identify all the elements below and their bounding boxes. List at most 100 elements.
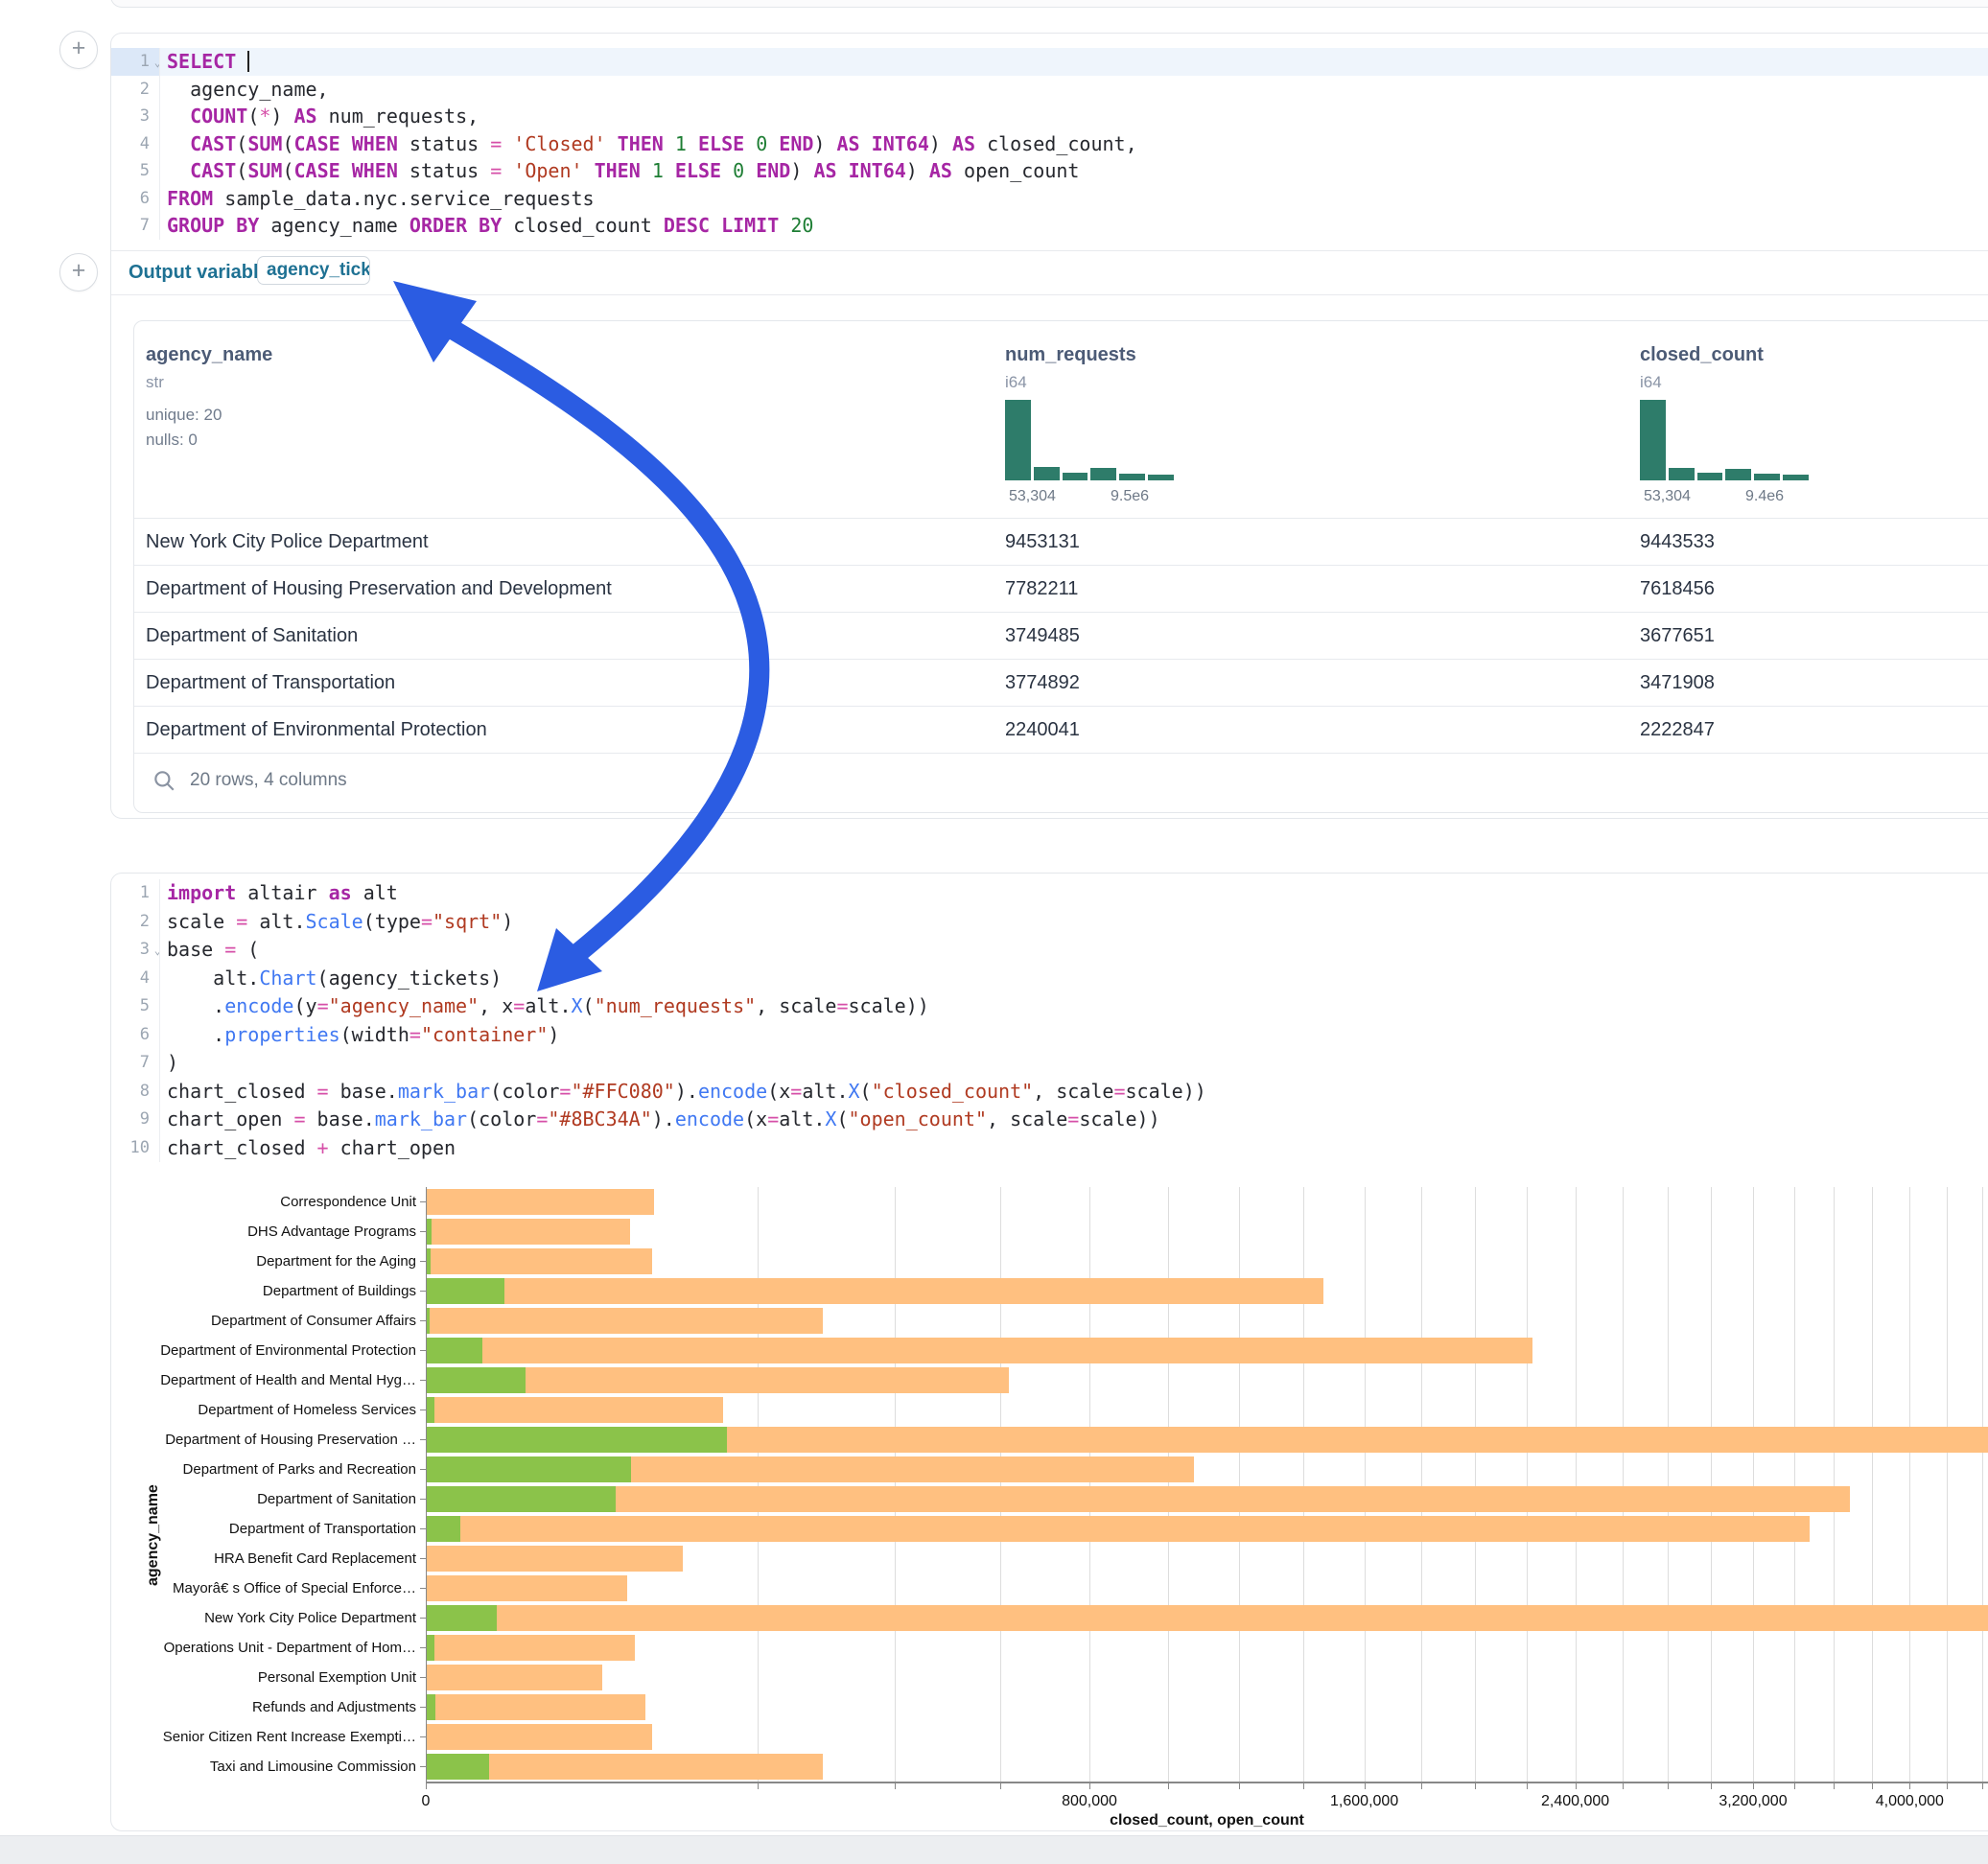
x-axis-tick [1711,1783,1712,1789]
code-token: END [756,159,790,182]
x-axis-tick [1527,1783,1528,1789]
bar-open [427,1486,616,1512]
table-row[interactable]: Department of Housing Preservation and D… [134,565,1988,613]
code-token [340,132,352,155]
x-axis-label: 1,600,000 [1288,1793,1441,1810]
histogram-bar [1669,468,1695,480]
code-token: encode [698,1080,767,1103]
sql-code-editor[interactable]: 1⌄SELECT 2 agency_name,3 COUNT(*) AS num… [111,48,1988,240]
code-token: = [490,132,502,155]
code-token: ELSE [698,132,744,155]
output-variable-pill[interactable]: agency_tickets [257,256,370,285]
chart-gridline [1947,1187,1948,1782]
code-text: alt.Chart(agency_tickets) [159,965,1988,993]
code-token: ) [270,105,293,128]
table-cell: 3677651 [1640,625,1715,647]
search-icon[interactable] [152,768,176,793]
bar-closed [427,1189,654,1215]
bar-open [427,1219,432,1245]
bar-closed [427,1486,1850,1512]
line-number: 3 [111,103,159,130]
code-token: INT64 [872,132,929,155]
add-block-button[interactable]: + [59,253,98,291]
table-cell: 3471908 [1640,672,1715,694]
code-token [340,159,352,182]
code-token: 20 [790,214,813,237]
x-axis-tick [426,1783,427,1789]
bar-closed [427,1605,1988,1631]
bar-closed [427,1546,683,1572]
x-axis-tick [895,1783,896,1789]
code-token: "#8BC34A" [548,1107,651,1130]
bar-open [427,1516,460,1542]
chart-gridline [1623,1187,1624,1782]
column-header-closed_count[interactable]: closed_count [1640,344,1764,366]
x-axis-label: 0 [349,1793,503,1810]
code-token: ) [906,159,929,182]
y-axis-label: Department of Parks and Recreation [142,1461,416,1478]
code-token: X [825,1107,836,1130]
line-number: 5 [111,992,159,1021]
code-line: 10chart_closed + chart_open [111,1134,1988,1163]
add-cell-button[interactable]: + [59,31,98,69]
line-number: 6 [111,1021,159,1050]
code-token: DESC [664,214,710,237]
table-row[interactable]: New York City Police Department945313194… [134,518,1988,566]
code-token: alt [352,881,398,904]
line-number: 4 [111,965,159,993]
y-axis-label: Department of Health and Mental Hyg… [142,1372,416,1388]
code-text: import altair as alt [159,879,1988,908]
code-token: alt. [779,1107,825,1130]
code-token: . [167,994,224,1017]
column-type: i64 [1005,373,1027,392]
histogram-bar [1148,475,1174,480]
y-axis-label: Senior Citizen Rent Increase Exempti… [142,1729,416,1745]
table-row[interactable]: Department of Environmental Protection22… [134,706,1988,754]
y-axis-label: Operations Unit - Department of Hom… [142,1640,416,1656]
code-token: "open_count" [849,1107,988,1130]
code-text: scale = alt.Scale(type="sqrt") [159,908,1988,937]
code-token: chart_closed [167,1136,317,1159]
y-axis-title: agency_name [145,1394,162,1586]
chart-gridline [1982,1187,1983,1782]
code-text: FROM sample_data.nyc.service_requests [159,185,1988,213]
table-cell: 7618456 [1640,578,1715,600]
histogram-bar [1725,469,1751,480]
code-token: (type [363,910,421,933]
code-token: (agency_tickets) [317,967,503,990]
code-token: num_requests, [317,105,479,128]
code-text: chart_open = base.mark_bar(color="#8BC34… [159,1106,1988,1134]
code-token: , scale [1033,1080,1113,1103]
python-code-editor[interactable]: 1import altair as alt2scale = alt.Scale(… [111,879,1988,1162]
table-row[interactable]: Department of Transportation377489234719… [134,659,1988,707]
cell-divider [111,250,1988,251]
code-token: CASE [293,132,339,155]
y-axis-label: Personal Exemption Unit [142,1669,416,1686]
line-number: 3⌄ [111,936,159,965]
table-cell: Department of Sanitation [146,625,358,647]
x-axis-tick [1000,1783,1001,1789]
code-line: 5 .encode(y="agency_name", x=alt.X("num_… [111,992,1988,1021]
code-token: FROM [167,187,213,210]
code-token: (x [767,1080,790,1103]
code-token: import [167,881,236,904]
code-line: 5 CAST(SUM(CASE WHEN status = 'Open' THE… [111,157,1988,185]
code-token: AS [837,132,860,155]
code-token: AS [813,159,836,182]
code-token: = [236,910,247,933]
code-line: 2 agency_name, [111,76,1988,104]
code-token: = [490,159,502,182]
column-header-agency_name[interactable]: agency_name [146,344,272,366]
y-axis-label: Refunds and Adjustments [142,1699,416,1715]
table-cell: 7782211 [1005,578,1078,600]
x-axis-tick [1909,1783,1910,1789]
table-cell: 2222847 [1640,719,1715,741]
column-header-num_requests[interactable]: num_requests [1005,344,1136,366]
x-axis-tick [1576,1783,1577,1789]
code-text: agency_name, [159,76,1988,104]
x-axis-tick [1834,1783,1835,1789]
table-row[interactable]: Department of Sanitation37494853677651 [134,612,1988,660]
code-token: 1 [652,159,664,182]
chart-gridline [758,1187,759,1782]
code-text: .encode(y="agency_name", x=alt.X("num_re… [159,992,1988,1021]
